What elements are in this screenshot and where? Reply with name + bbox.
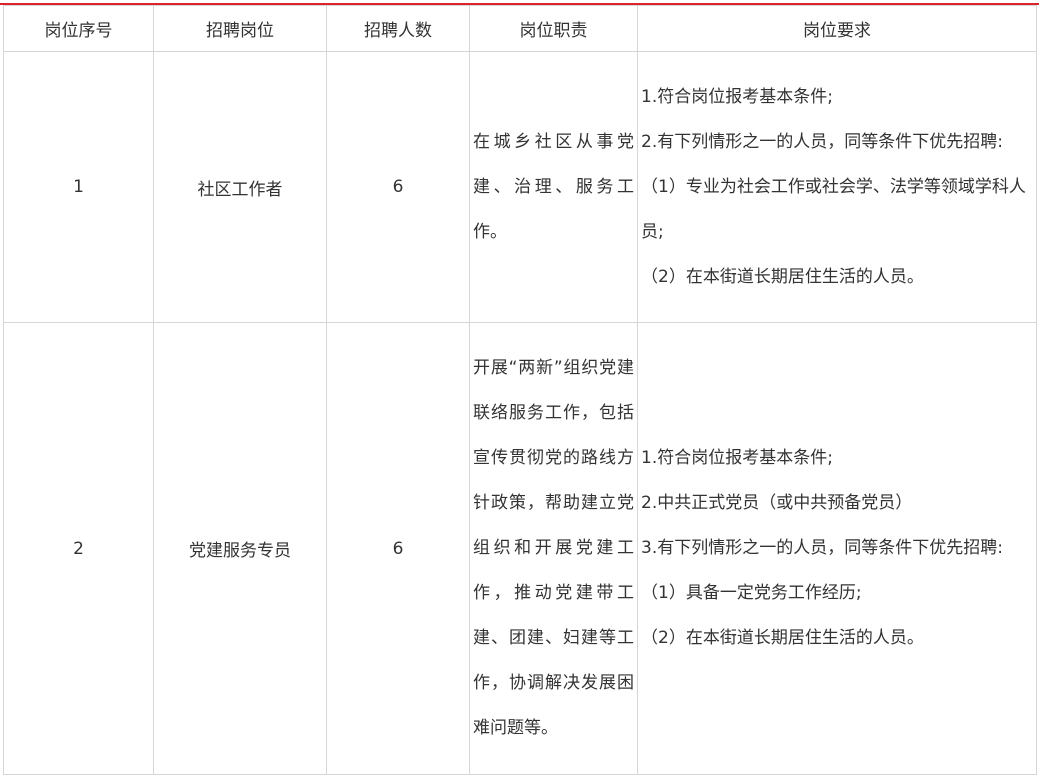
cell-count: 6 bbox=[326, 322, 470, 775]
page: 岗位序号 招聘岗位 招聘人数 岗位职责 岗位要求 1 社区工作者 6 在城乡社区… bbox=[0, 0, 1039, 777]
header-requirements: 岗位要求 bbox=[637, 5, 1037, 52]
cell-count: 6 bbox=[326, 51, 470, 323]
header-seq: 岗位序号 bbox=[3, 5, 154, 52]
requirement-item: （2）在本街道长期居住生活的人员。 bbox=[641, 266, 924, 287]
requirement-item: （1）具备一定党务工作经历; bbox=[641, 583, 862, 603]
header-position: 招聘岗位 bbox=[153, 5, 327, 52]
requirement-item: 3.有下列情形之一的人员，同等条件下优先招聘: bbox=[641, 538, 1003, 558]
cell-position: 党建服务专员 bbox=[153, 322, 327, 775]
header-count: 招聘人数 bbox=[326, 5, 470, 52]
cell-position: 社区工作者 bbox=[153, 51, 327, 323]
requirement-item: 2.中共正式党员（或中共预备党员） bbox=[641, 493, 913, 513]
requirement-item: 1.符合岗位报考基本条件; bbox=[641, 86, 833, 107]
requirement-item: 2.有下列情形之一的人员，同等条件下优先招聘: bbox=[641, 131, 1003, 152]
cell-seq: 1 bbox=[3, 51, 154, 323]
cell-requirements: 1.符合岗位报考基本条件; 2.中共正式党员（或中共预备党员） 3.有下列情形之… bbox=[637, 322, 1037, 775]
cell-duty: 开展“两新”组织党建联络服务工作，包括宣传贯彻党的路线方针政策，帮助建立党组织和… bbox=[469, 322, 638, 775]
cell-requirements: 1.符合岗位报考基本条件; 2.有下列情形之一的人员，同等条件下优先招聘: （1… bbox=[637, 51, 1037, 323]
recruitment-table: 岗位序号 招聘岗位 招聘人数 岗位职责 岗位要求 1 社区工作者 6 在城乡社区… bbox=[3, 5, 1037, 775]
table-row: 1 社区工作者 6 在城乡社区从事党建、治理、服务工作。 1.符合岗位报考基本条… bbox=[3, 51, 1037, 323]
table-row: 2 党建服务专员 6 开展“两新”组织党建联络服务工作，包括宣传贯彻党的路线方针… bbox=[3, 322, 1037, 775]
table-header-row: 岗位序号 招聘岗位 招聘人数 岗位职责 岗位要求 bbox=[3, 5, 1037, 52]
header-duty: 岗位职责 bbox=[469, 5, 638, 52]
requirement-item: （1）专业为社会工作或社会学、法学等领域学科人员; bbox=[641, 176, 1026, 242]
requirement-item: （2）在本街道长期居住生活的人员。 bbox=[641, 628, 924, 648]
cell-duty: 在城乡社区从事党建、治理、服务工作。 bbox=[469, 51, 638, 323]
cell-seq: 2 bbox=[3, 322, 154, 775]
requirement-item: 1.符合岗位报考基本条件; bbox=[641, 448, 833, 468]
